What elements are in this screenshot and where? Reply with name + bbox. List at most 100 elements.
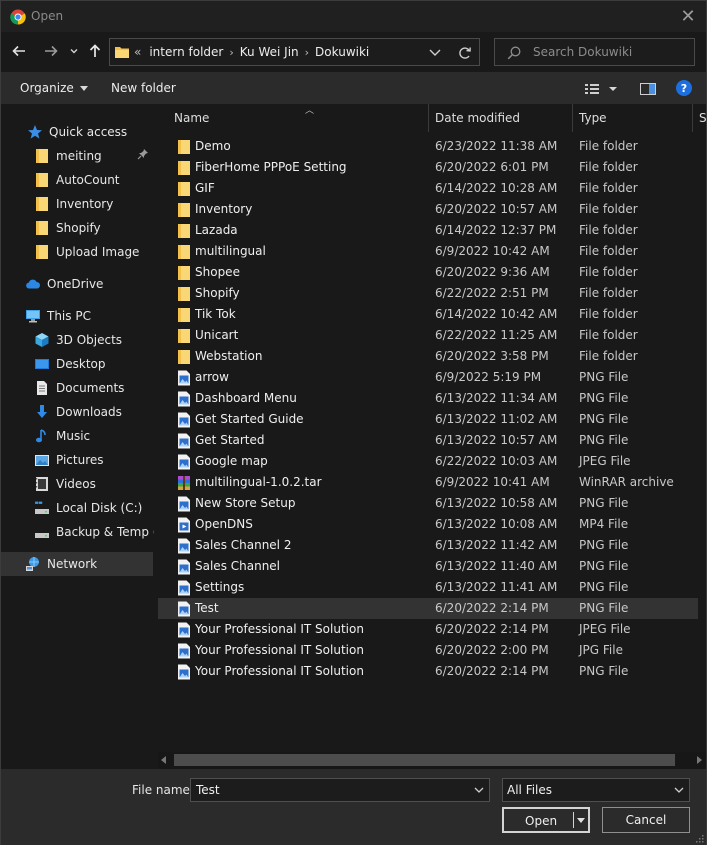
change-view-button[interactable] — [584, 81, 620, 97]
resize-grip-icon[interactable] — [694, 833, 704, 843]
split-divider — [573, 812, 574, 828]
sidebar-item-music[interactable]: Music — [1, 424, 153, 448]
file-date-modified: 6/20/2022 3:58 PM — [435, 349, 549, 363]
breadcrumb-intern-folder[interactable]: intern folder — [149, 45, 223, 59]
help-button[interactable]: ? — [676, 80, 692, 96]
sidebar-item-downloads[interactable]: Downloads — [1, 400, 153, 424]
file-type: File folder — [579, 307, 638, 321]
address-history-dropdown[interactable] — [426, 44, 444, 60]
file-row[interactable]: Lazada 6/14/2022 12:37 PM File folder — [158, 220, 698, 241]
sidebar-item-documents[interactable]: Documents — [1, 376, 153, 400]
file-row[interactable]: Your Professional IT Solution 6/20/2022 2… — [158, 619, 698, 640]
file-name: New Store Setup — [195, 496, 296, 510]
scrollbar-thumb[interactable] — [174, 754, 675, 766]
image-file-icon — [176, 433, 192, 449]
file-row[interactable]: GIF 6/14/2022 10:28 AM File folder — [158, 178, 698, 199]
file-type: PNG File — [579, 664, 629, 678]
file-row[interactable]: Your Professional IT Solution 6/20/2022 2… — [158, 661, 698, 682]
file-type: MP4 File — [579, 517, 629, 531]
close-button[interactable]: ✕ — [670, 1, 706, 32]
column-name[interactable]: Name ︿ — [168, 104, 429, 132]
file-row[interactable]: FiberHome PPPoE Setting 6/20/2022 6:01 PM… — [158, 157, 698, 178]
chevron-down-icon[interactable] — [473, 785, 485, 795]
file-name-value[interactable]: Test — [196, 783, 220, 797]
sidebar-item-meiting[interactable]: meiting — [1, 144, 153, 168]
sort-ascending-icon: ︿ — [305, 106, 315, 116]
sidebar-item-network[interactable]: Network — [1, 552, 153, 576]
recent-locations-button[interactable] — [67, 39, 81, 63]
column-size[interactable]: Si — [693, 104, 706, 132]
forward-button[interactable] — [41, 39, 61, 63]
file-row[interactable]: Get Started Guide 6/13/2022 11:02 AM PNG F… — [158, 409, 698, 430]
file-row[interactable]: Test 6/20/2022 2:14 PM PNG File — [158, 598, 698, 619]
file-row[interactable]: Inventory 6/20/2022 10:57 AM File folder — [158, 199, 698, 220]
open-options-dropdown[interactable] — [577, 818, 585, 823]
file-row[interactable]: OpenDNS 6/13/2022 10:08 AM MP4 File — [158, 514, 698, 535]
back-button[interactable] — [9, 39, 29, 63]
sidebar-item-videos[interactable]: Videos — [1, 472, 153, 496]
new-folder-button[interactable]: New folder — [111, 81, 176, 95]
file-row[interactable]: Dashboard Menu 6/13/2022 11:34 AM PNG File — [158, 388, 698, 409]
sidebar-item-upload-image[interactable]: Upload Image — [1, 240, 153, 264]
address-bar[interactable]: « intern folder › Ku Wei Jin › Dokuwiki — [109, 38, 480, 66]
file-row[interactable]: Shopee 6/20/2022 9:36 AM File folder — [158, 262, 698, 283]
image-file-icon — [176, 370, 192, 386]
column-type[interactable]: Type — [573, 104, 693, 132]
file-date-modified: 6/13/2022 11:02 AM — [435, 412, 558, 426]
sidebar-item-pictures[interactable]: Pictures — [1, 448, 153, 472]
sidebar-item-onedrive[interactable]: OneDrive — [1, 272, 153, 296]
sidebar-item-this-pc[interactable]: This PC — [1, 304, 153, 328]
file-row[interactable]: Shopify 6/22/2022 2:51 PM File folder — [158, 283, 698, 304]
file-row[interactable]: Google map 6/22/2022 10:03 AM JPEG File — [158, 451, 698, 472]
file-row[interactable]: arrow 6/9/2022 5:19 PM PNG File — [158, 367, 698, 388]
file-row[interactable]: Sales Channel 6/13/2022 11:40 AM PNG File — [158, 556, 698, 577]
search-box[interactable] — [494, 38, 695, 66]
up-button[interactable] — [86, 39, 104, 63]
sidebar-item-shopify[interactable]: Shopify — [1, 216, 153, 240]
file-row[interactable]: Tik Tok 6/14/2022 10:42 AM File folder — [158, 304, 698, 325]
cancel-button[interactable]: Cancel — [602, 807, 690, 833]
pin-icon[interactable] — [137, 148, 149, 160]
file-type: File folder — [579, 286, 638, 300]
sidebar-item-local-disk-c[interactable]: Local Disk (C:) — [1, 496, 153, 520]
breadcrumb-ku-wei-jin[interactable]: Ku Wei Jin — [240, 45, 299, 59]
file-row[interactable]: Your Professional IT Solution 6/20/2022 2… — [158, 640, 698, 661]
file-date-modified: 6/13/2022 11:34 AM — [435, 391, 558, 405]
file-name: Lazada — [195, 223, 238, 237]
breadcrumb-dokuwiki[interactable]: Dokuwiki — [315, 45, 369, 59]
sidebar-item-quick-access[interactable]: Quick access — [1, 120, 153, 144]
open-button[interactable]: Open — [502, 807, 590, 833]
column-date-modified[interactable]: Date modified — [429, 104, 573, 132]
preview-pane-button[interactable] — [639, 81, 657, 97]
sidebar-item-3d-objects[interactable]: 3D Objects — [1, 328, 153, 352]
horizontal-scrollbar[interactable] — [158, 752, 706, 769]
refresh-icon[interactable] — [455, 43, 475, 63]
file-row[interactable]: New Store Setup 6/13/2022 10:58 AM PNG Fil… — [158, 493, 698, 514]
file-row[interactable]: Get Started 6/13/2022 10:57 AM PNG File — [158, 430, 698, 451]
file-row[interactable]: Webstation 6/20/2022 3:58 PM File folder — [158, 346, 698, 367]
file-type-select[interactable]: All Files — [502, 778, 690, 802]
file-name: Your Professional IT Solution — [195, 643, 364, 657]
scroll-left-icon[interactable] — [161, 756, 166, 764]
sidebar-item-autocount[interactable]: AutoCount — [1, 168, 153, 192]
breadcrumb-overflow[interactable]: « — [134, 45, 141, 59]
file-name: Get Started Guide — [195, 412, 304, 426]
file-row[interactable]: multilingual-1.0.2.tar 6/9/2022 10:41 AM W… — [158, 472, 698, 493]
sidebar-item-backup-temp-d[interactable]: Backup & Temp (D — [1, 520, 154, 544]
sidebar-item-desktop[interactable]: Desktop — [1, 352, 153, 376]
pictures-icon — [35, 455, 49, 466]
file-row[interactable]: Demo 6/23/2022 11:38 AM File folder — [158, 136, 698, 157]
file-row[interactable]: Unicart 6/22/2022 11:25 AM File folder — [158, 325, 698, 346]
organize-button[interactable]: Organize — [20, 81, 88, 95]
breadcrumb-chevron-icon[interactable]: › — [229, 46, 233, 59]
file-row[interactable]: Settings 6/13/2022 11:41 AM PNG File — [158, 577, 698, 598]
sidebar-item-inventory[interactable]: Inventory — [1, 192, 153, 216]
file-type: JPEG File — [579, 454, 631, 468]
file-row[interactable]: Sales Channel 2 6/13/2022 11:42 AM PNG Fil… — [158, 535, 698, 556]
file-name-field[interactable]: Test — [190, 778, 490, 802]
file-row[interactable]: multilingual 6/9/2022 10:42 AM File folder — [158, 241, 698, 262]
scroll-right-icon[interactable] — [697, 756, 702, 764]
search-input[interactable] — [533, 43, 688, 61]
navigation-bar: « intern folder › Ku Wei Jin › Dokuwiki — [1, 32, 706, 72]
breadcrumb-chevron-icon[interactable]: › — [305, 46, 309, 59]
